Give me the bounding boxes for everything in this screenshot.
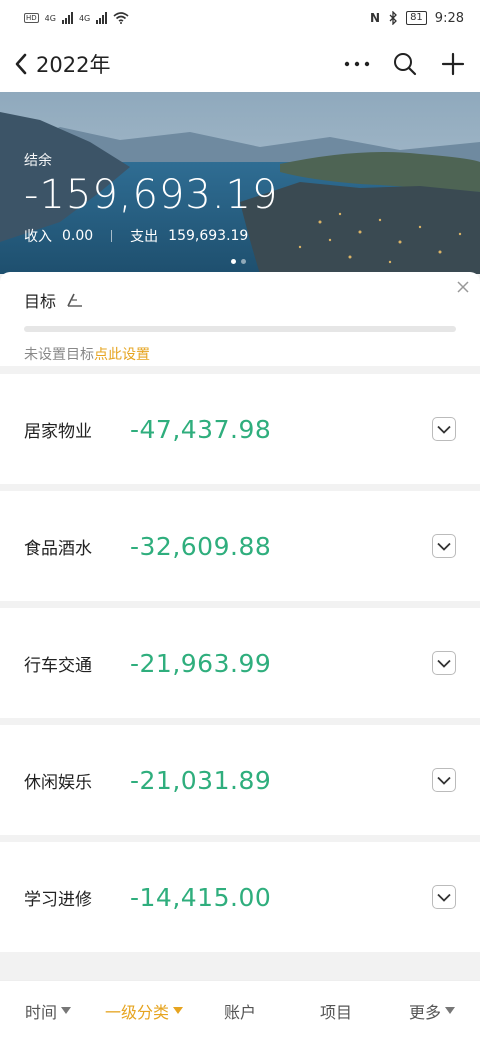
category-list: 居家物业 -47,437.98 食品酒水 -32,609.88 行车交通 -21… bbox=[0, 374, 480, 959]
goal-title: 目标 bbox=[24, 292, 57, 311]
signal-icon bbox=[61, 12, 73, 24]
income-expense-line: 收入 0.00 支出 159,693.19 bbox=[24, 226, 278, 246]
bluetooth-icon bbox=[389, 11, 397, 25]
hd-badge: HD bbox=[24, 13, 39, 23]
add-button[interactable] bbox=[440, 51, 466, 77]
tab-primary-category[interactable]: 一级分类 bbox=[96, 999, 192, 1023]
expand-button[interactable] bbox=[432, 768, 456, 792]
wifi-icon bbox=[113, 12, 129, 24]
edit-pen-icon[interactable] bbox=[66, 292, 84, 308]
goal-setup-link[interactable]: 点此设置 bbox=[94, 347, 150, 363]
status-left: HD 4G 4G bbox=[24, 12, 129, 24]
more-icon bbox=[344, 61, 370, 67]
chevron-down-icon bbox=[437, 425, 451, 434]
network-label: 4G bbox=[78, 13, 91, 23]
category-name: 行车交通 bbox=[24, 655, 92, 676]
carousel-dot bbox=[231, 259, 236, 264]
expand-button[interactable] bbox=[432, 417, 456, 441]
tab-label: 更多 bbox=[408, 1002, 441, 1022]
dropdown-arrow-icon bbox=[173, 1007, 183, 1014]
summary-banner[interactable]: 结余 -159,693.19 收入 0.00 支出 159,693.19 bbox=[0, 92, 480, 274]
category-row[interactable]: 食品酒水 -32,609.88 bbox=[0, 491, 480, 601]
tab-account[interactable]: 账户 bbox=[192, 999, 288, 1023]
category-amount: -32,609.88 bbox=[130, 531, 272, 561]
balance-value: -159,693.19 bbox=[24, 172, 279, 218]
search-icon bbox=[394, 53, 417, 76]
goal-hint: 未设置目标点此设置 bbox=[24, 344, 456, 364]
expense-value: 159,693.19 bbox=[168, 228, 249, 244]
category-row[interactable]: 学习进修 -14,415.00 bbox=[0, 842, 480, 952]
add-icon bbox=[441, 52, 465, 76]
expand-button[interactable] bbox=[432, 885, 456, 909]
back-icon bbox=[15, 53, 27, 75]
network-label: 4G bbox=[44, 13, 56, 23]
status-bar: HD 4G 4G N 81 9:28 bbox=[0, 0, 480, 36]
bottom-tab-bar: 时间 一级分类 账户 项目 更多 bbox=[0, 980, 480, 1040]
tab-project[interactable]: 项目 bbox=[288, 999, 384, 1023]
back-button[interactable]: 2022年 bbox=[14, 49, 110, 79]
chevron-down-icon bbox=[437, 893, 451, 902]
income-value: 0.00 bbox=[62, 228, 94, 244]
nfc-icon: N bbox=[370, 11, 381, 25]
category-row[interactable]: 休闲娱乐 -21,031.89 bbox=[0, 725, 480, 835]
category-amount: -14,415.00 bbox=[130, 882, 272, 912]
tab-more[interactable]: 更多 bbox=[384, 999, 480, 1023]
tab-time[interactable]: 时间 bbox=[0, 999, 96, 1023]
category-row[interactable]: 居家物业 -47,437.98 bbox=[0, 374, 480, 484]
tab-label: 项目 bbox=[319, 1002, 352, 1022]
tab-label: 一级分类 bbox=[104, 1002, 169, 1022]
category-name: 休闲娱乐 bbox=[24, 772, 92, 793]
battery-indicator: 81 bbox=[406, 11, 427, 25]
dropdown-arrow-icon bbox=[61, 1007, 71, 1014]
category-name: 食品酒水 bbox=[24, 538, 92, 559]
category-name: 学习进修 bbox=[24, 889, 92, 910]
expense-label: 支出 bbox=[130, 229, 159, 245]
dropdown-arrow-icon bbox=[445, 1007, 455, 1014]
category-row[interactable]: 行车交通 -21,963.99 bbox=[0, 608, 480, 718]
tab-label: 时间 bbox=[24, 1002, 57, 1022]
income-label: 收入 bbox=[24, 229, 52, 245]
signal-icon bbox=[96, 12, 108, 24]
close-icon bbox=[457, 281, 469, 293]
app-bar-actions bbox=[344, 51, 466, 77]
expand-button[interactable] bbox=[432, 651, 456, 675]
category-amount: -21,031.89 bbox=[130, 765, 272, 795]
balance-panel: 结余 -159,693.19 收入 0.00 支出 159,693.19 bbox=[24, 150, 278, 246]
carousel-dot bbox=[241, 259, 246, 264]
category-amount: -47,437.98 bbox=[130, 414, 272, 444]
tab-label: 账户 bbox=[223, 1002, 256, 1022]
clock: 9:28 bbox=[434, 10, 464, 26]
search-button[interactable] bbox=[392, 51, 418, 77]
chevron-down-icon bbox=[437, 542, 451, 551]
page-title: 2022年 bbox=[36, 53, 111, 77]
category-name: 居家物业 bbox=[24, 421, 92, 442]
category-amount: -21,963.99 bbox=[130, 648, 272, 678]
more-button[interactable] bbox=[344, 51, 370, 77]
goal-close-button[interactable] bbox=[454, 278, 472, 296]
divider bbox=[111, 230, 113, 242]
goal-card: 目标 未设置目标点此设置 bbox=[0, 272, 480, 366]
expand-button[interactable] bbox=[432, 534, 456, 558]
goal-hint-text: 未设置目标 bbox=[24, 347, 94, 363]
goal-progress-bar bbox=[24, 326, 456, 332]
chevron-down-icon bbox=[437, 659, 451, 668]
chevron-down-icon bbox=[437, 776, 451, 785]
status-right: N 81 9:28 bbox=[370, 11, 464, 26]
goal-header: 目标 bbox=[24, 288, 456, 312]
app-bar: 2022年 bbox=[0, 36, 480, 92]
balance-label: 结余 bbox=[24, 153, 52, 169]
carousel-indicator bbox=[231, 259, 246, 264]
